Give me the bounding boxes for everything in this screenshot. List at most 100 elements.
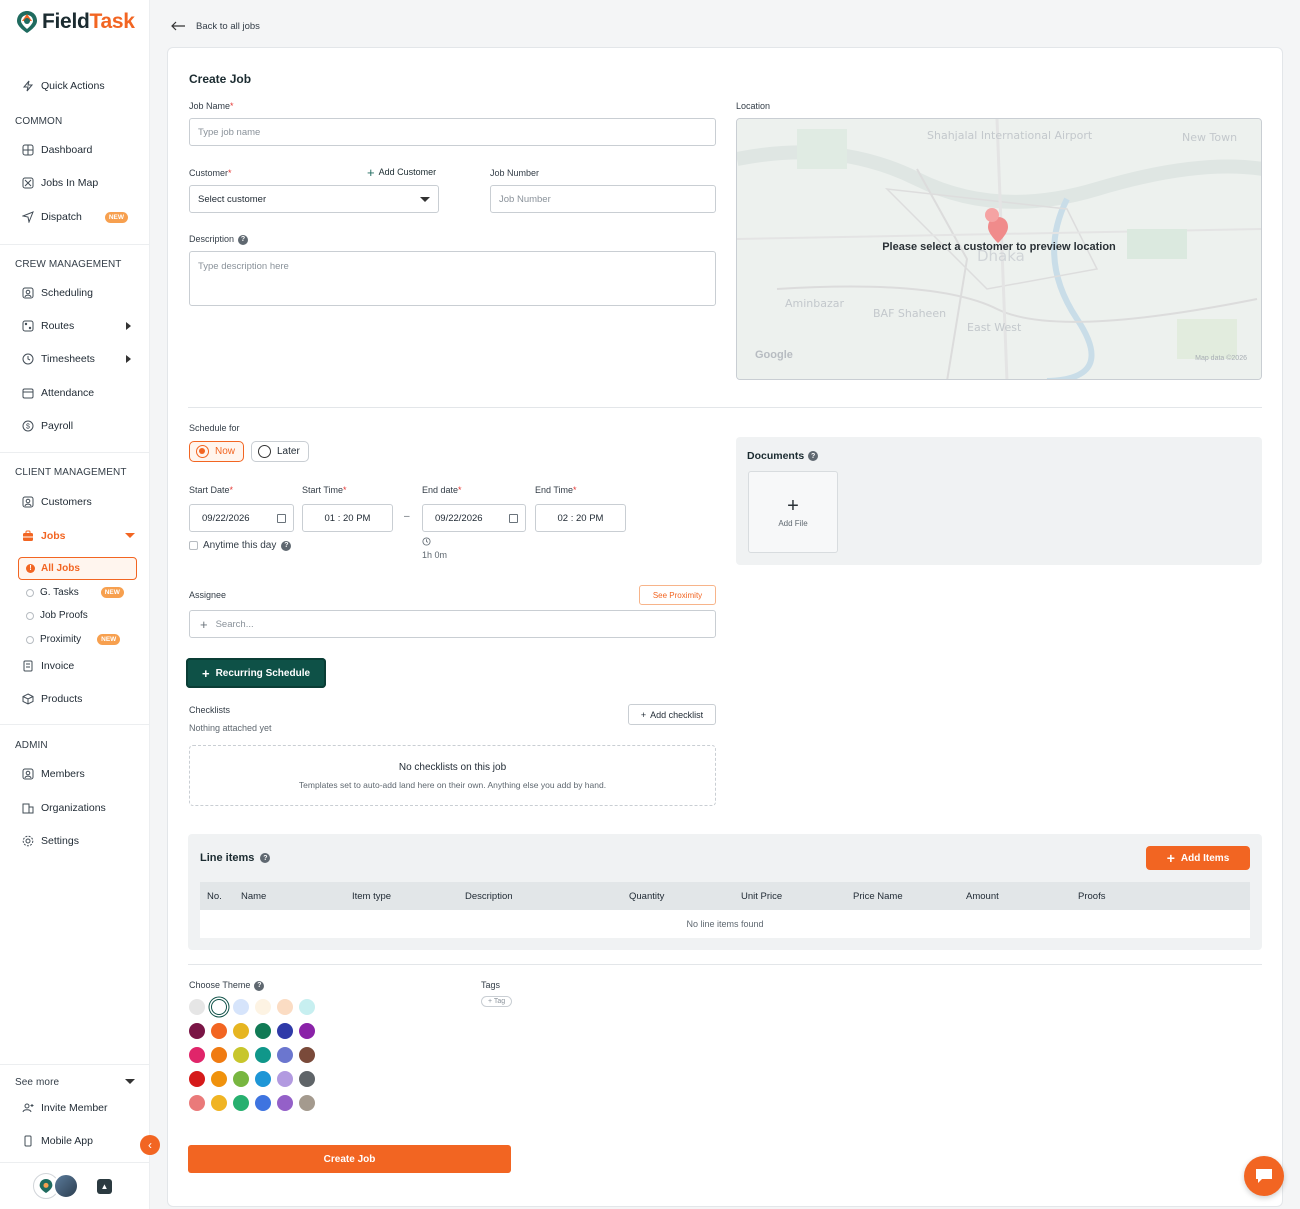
sidebar-item-members[interactable]: Members (22, 765, 85, 783)
customer-select[interactable]: Select customer (189, 185, 439, 213)
add-items-button[interactable]: + Add Items (1146, 846, 1250, 870)
chevron-down-icon[interactable] (125, 1079, 135, 1084)
see-proximity-button[interactable]: See Proximity (639, 585, 716, 605)
theme-color-swatch[interactable] (211, 1023, 227, 1039)
sidebar-item-attendance[interactable]: Attendance (22, 384, 94, 402)
add-customer-link[interactable]: + Add Customer (367, 166, 436, 179)
schedule-later-radio[interactable]: Later (251, 441, 309, 462)
sidebar-item-quick-actions[interactable]: Quick Actions (22, 77, 105, 95)
sidebar-item-settings[interactable]: Settings (22, 832, 79, 850)
theme-color-swatch[interactable] (189, 1071, 205, 1087)
sidebar-item-routes[interactable]: Routes (22, 317, 74, 335)
start-date-input[interactable]: 09/22/2026 (189, 504, 294, 532)
theme-color-swatch[interactable] (211, 1071, 227, 1087)
sidebar-item-timesheets[interactable]: Timesheets (22, 350, 95, 368)
page-title: Create Job (189, 72, 252, 86)
chevron-down-icon[interactable] (125, 533, 135, 538)
circle-icon (26, 588, 34, 597)
sidebar-subitem-job-proofs[interactable]: Job Proofs (26, 610, 88, 621)
theme-color-swatch[interactable] (233, 1047, 249, 1063)
sidebar-item-products[interactable]: Products (22, 690, 82, 708)
avatar-group[interactable] (33, 1173, 79, 1199)
see-more[interactable]: See more (15, 1077, 59, 1088)
help-icon[interactable]: ? (808, 451, 819, 462)
sidebar-item-invoice[interactable]: Invoice (22, 657, 74, 675)
theme-color-swatch[interactable] (277, 1023, 293, 1039)
add-tag-button[interactable]: + Tag (481, 996, 513, 1007)
theme-color-swatch[interactable] (277, 999, 293, 1015)
theme-color-swatch[interactable] (189, 1095, 205, 1111)
line-items-panel: Line items? + Add Items No. Name Item typ… (188, 834, 1262, 950)
schedule-now-radio[interactable]: Now (189, 441, 245, 462)
sidebar-subitem-all-jobs[interactable]: ! All Jobs (18, 557, 137, 580)
description-textarea[interactable]: Type description here (189, 251, 716, 306)
end-date-input[interactable]: 09/22/2026 (422, 504, 526, 532)
theme-color-swatch[interactable] (255, 999, 271, 1015)
assignee-search-placeholder: Search... (215, 618, 254, 630)
job-number-placeholder: Job Number (499, 193, 551, 205)
chevron-right-icon[interactable] (126, 355, 131, 363)
brand-logo[interactable]: Field Task (16, 10, 135, 34)
help-icon[interactable]: ? (281, 540, 292, 551)
help-icon[interactable]: ? (254, 980, 265, 991)
theme-color-swatch[interactable] (299, 1071, 315, 1087)
assignee-search-input[interactable]: + Search... (189, 610, 716, 638)
start-time-input[interactable]: 01 : 20 PM (302, 504, 393, 532)
chat-button[interactable] (1244, 1156, 1284, 1196)
sidebar-item-label: Products (41, 693, 83, 705)
theme-color-swatch[interactable] (189, 999, 205, 1015)
sidebar-item-jobs-in-map[interactable]: Jobs In Map (22, 174, 98, 192)
theme-color-swatch[interactable] (233, 999, 249, 1015)
collapse-sidebar-button[interactable]: ‹ (140, 1135, 160, 1155)
theme-color-swatch[interactable] (299, 1047, 315, 1063)
plus-icon: + (201, 665, 210, 681)
sidebar-item-mobile-app[interactable]: Mobile App (22, 1132, 93, 1150)
sidebar-item-organizations[interactable]: Organizations (22, 799, 106, 817)
theme-color-swatch[interactable] (211, 1095, 227, 1111)
checklists-empty-state: No checklists on this job Templates set … (189, 745, 716, 806)
sidebar-subitem-g-tasks[interactable]: G. Tasks NEW (26, 587, 124, 598)
theme-color-swatch[interactable] (277, 1071, 293, 1087)
chevron-right-icon[interactable] (126, 322, 131, 330)
job-name-input[interactable]: Type job name (189, 118, 716, 146)
user-avatar[interactable] (53, 1173, 79, 1199)
end-time-input[interactable]: 02 : 20 PM (535, 504, 626, 532)
sidebar-item-dashboard[interactable]: Dashboard (22, 141, 92, 159)
add-file-button[interactable]: + Add File (748, 471, 838, 553)
theme-color-swatch[interactable] (255, 1071, 271, 1087)
theme-color-swatch[interactable] (255, 1047, 271, 1063)
sidebar-item-label: Scheduling (41, 287, 93, 299)
app-switch-icon[interactable]: ▲ (97, 1179, 112, 1194)
theme-color-swatch[interactable] (255, 1095, 271, 1111)
location-map[interactable]: Shahjalal International Airport New Town… (736, 118, 1262, 380)
sidebar-item-scheduling[interactable]: Scheduling (22, 284, 93, 302)
sidebar-subitem-proximity[interactable]: Proximity NEW (26, 634, 121, 645)
theme-color-swatch[interactable] (233, 1023, 249, 1039)
sidebar-item-payroll[interactable]: $ Payroll (22, 417, 73, 435)
create-job-button[interactable]: Create Job (188, 1145, 511, 1173)
help-icon[interactable]: ? (238, 234, 249, 245)
sidebar-item-customers[interactable]: Customers (22, 493, 92, 511)
theme-color-swatch[interactable] (189, 1023, 205, 1039)
theme-color-swatch[interactable] (277, 1047, 293, 1063)
theme-color-swatch[interactable] (211, 1047, 227, 1063)
theme-color-swatch[interactable] (255, 1023, 271, 1039)
sidebar-item-jobs[interactable]: Jobs (22, 527, 66, 545)
theme-color-swatch[interactable] (299, 1023, 315, 1039)
anytime-checkbox[interactable]: Anytime this day ? (189, 540, 292, 551)
theme-color-swatch[interactable] (299, 999, 315, 1015)
theme-color-swatch[interactable] (277, 1095, 293, 1111)
sidebar-item-dispatch[interactable]: Dispatch NEW (22, 208, 129, 226)
theme-color-swatch[interactable] (211, 999, 227, 1015)
add-checklist-button[interactable]: + Add checklist (628, 704, 716, 725)
sidebar-item-invite-member[interactable]: Invite Member (22, 1099, 108, 1117)
theme-color-swatch[interactable] (299, 1095, 315, 1111)
job-number-input[interactable]: Job Number (490, 185, 716, 213)
building-icon (22, 802, 34, 814)
theme-color-swatch[interactable] (189, 1047, 205, 1063)
recurring-schedule-button[interactable]: + Recurring Schedule (186, 658, 326, 688)
help-icon[interactable]: ? (260, 853, 271, 864)
theme-color-swatch[interactable] (233, 1071, 249, 1087)
back-link[interactable]: Back to all jobs (170, 20, 260, 32)
theme-color-swatch[interactable] (233, 1095, 249, 1111)
